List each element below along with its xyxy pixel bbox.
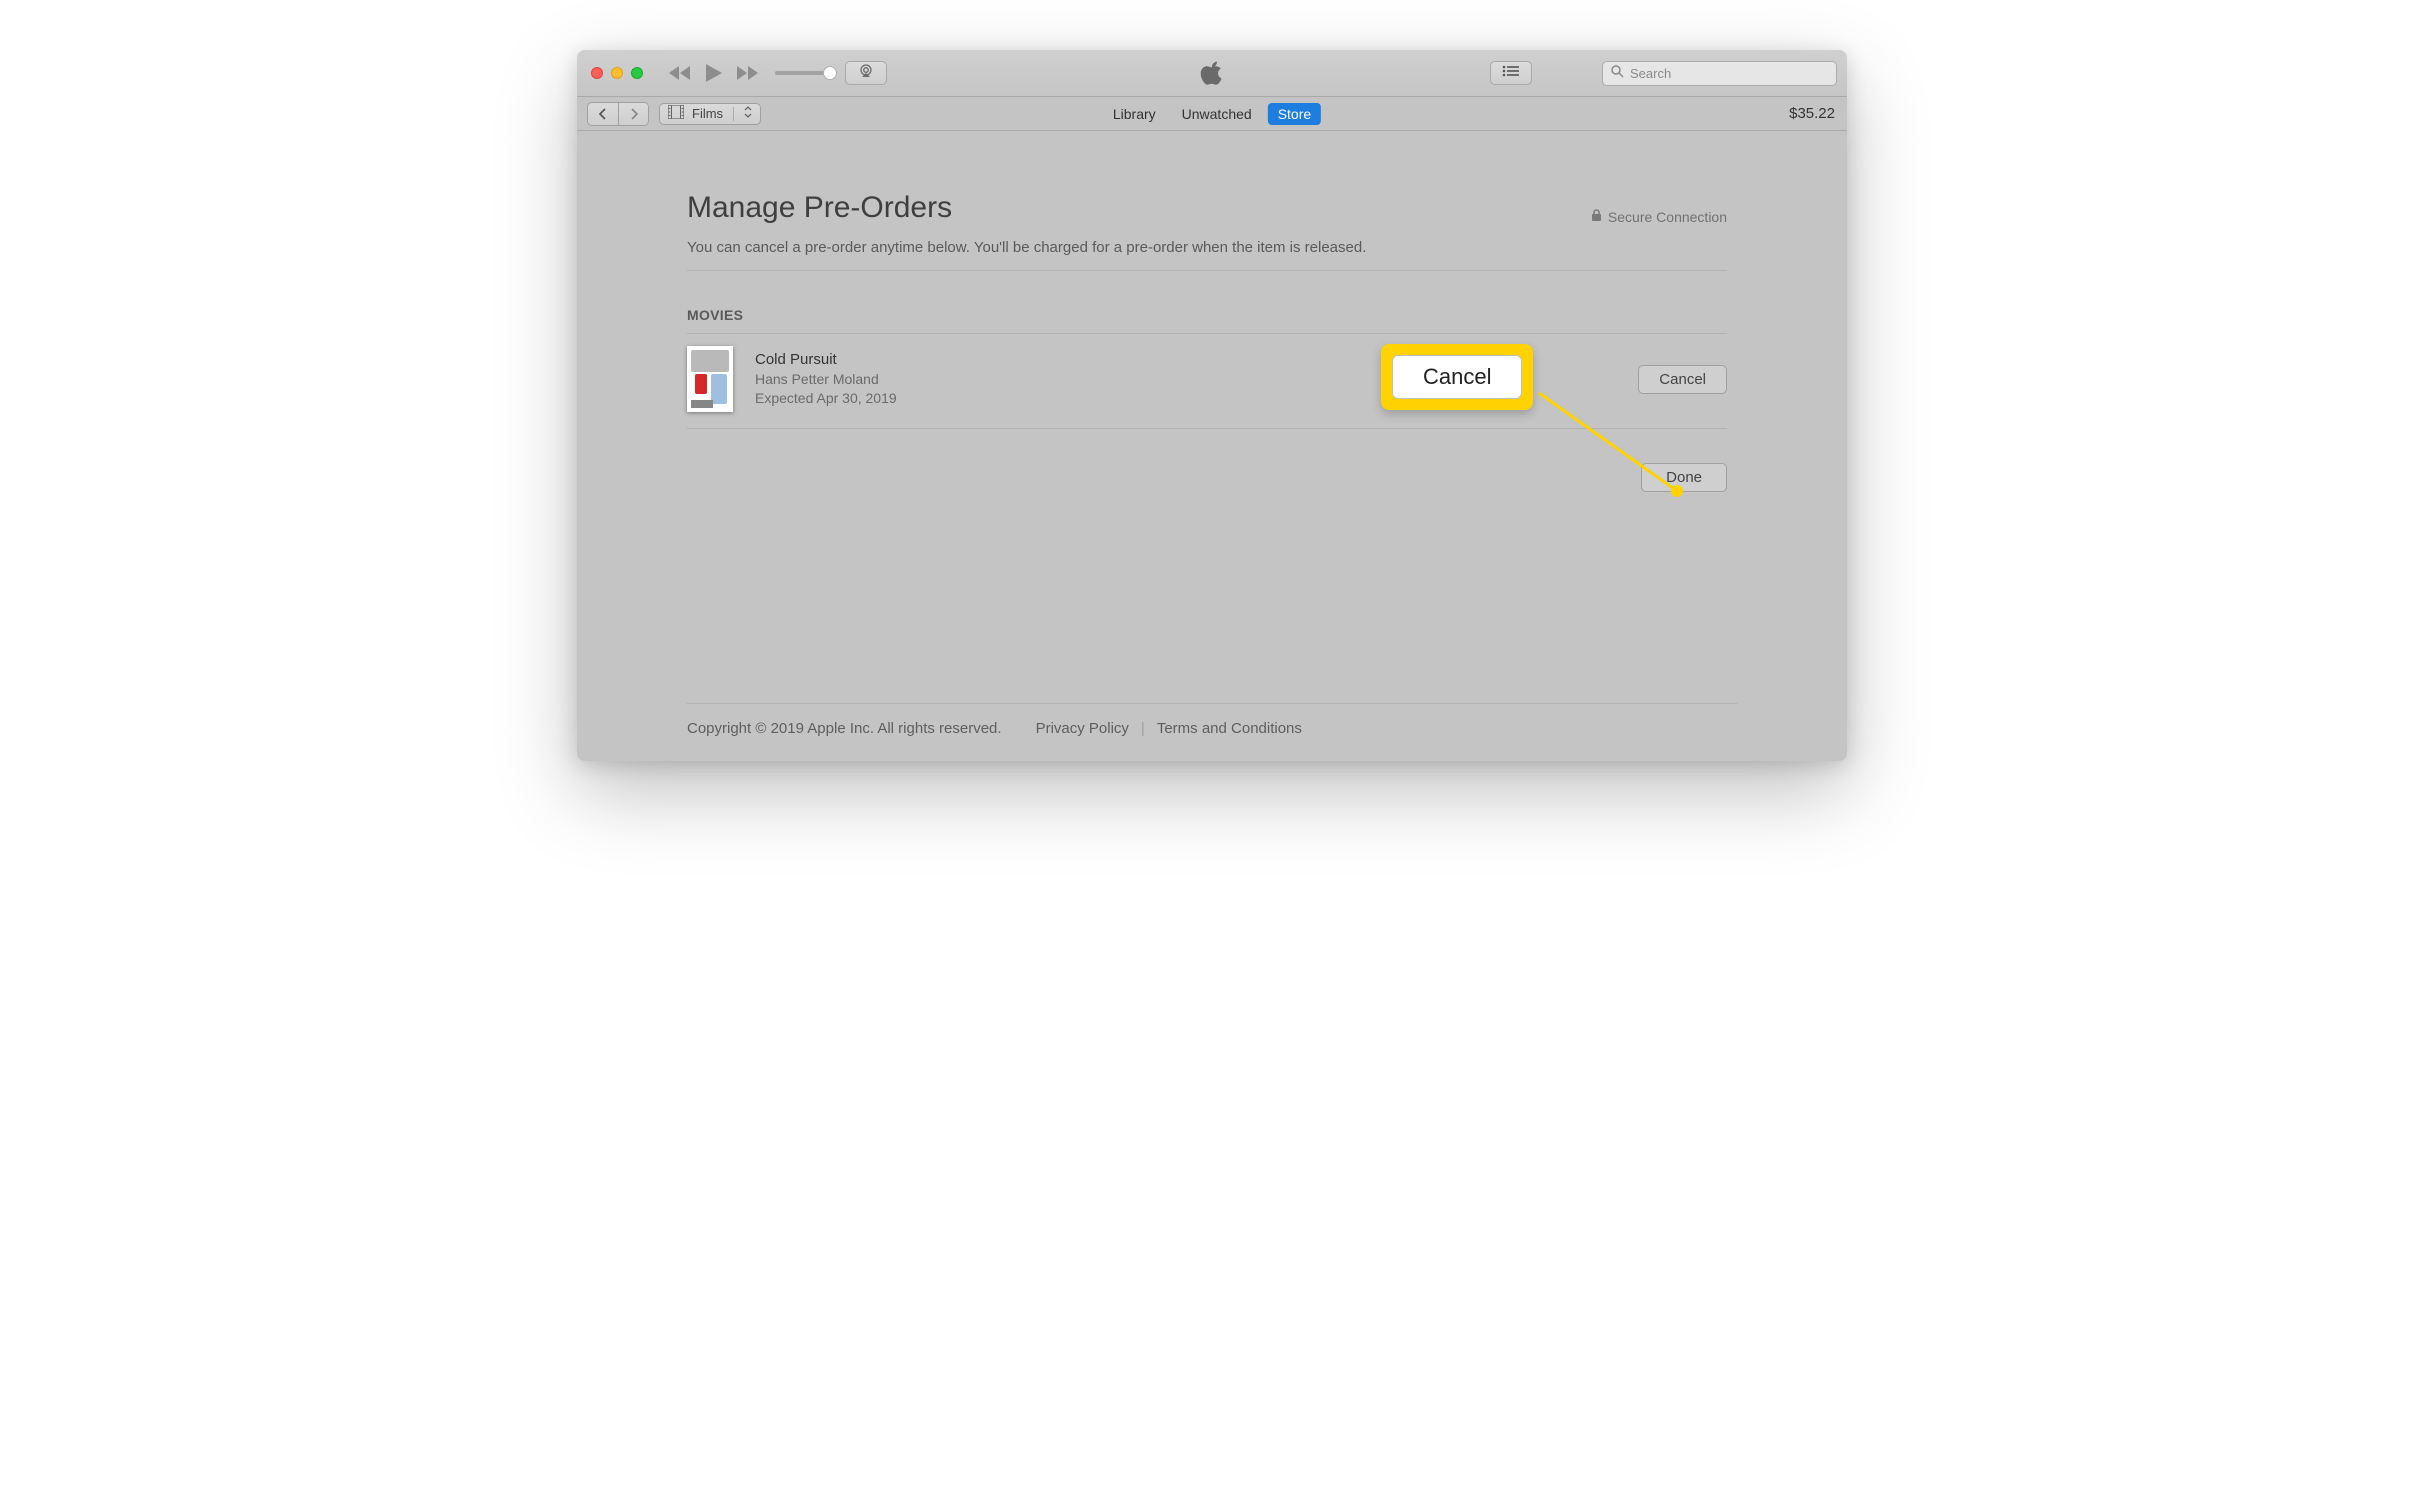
nav-back-button[interactable] [588, 103, 618, 125]
fast-forward-icon[interactable] [737, 65, 759, 81]
window-traffic-lights [591, 67, 643, 79]
subtabs: Library Unwatched Store [1103, 103, 1321, 125]
account-balance[interactable]: $35.22 [1789, 105, 1835, 122]
titlebar: Search [577, 50, 1847, 97]
list-view-button[interactable] [1490, 61, 1532, 85]
divider [687, 703, 1737, 704]
volume-thumb[interactable] [823, 66, 837, 80]
page-title: Manage Pre-Orders [687, 191, 952, 225]
preorder-row: Cold Pursuit Hans Petter Moland Expected… [687, 334, 1727, 424]
done-button[interactable]: Done [1641, 463, 1727, 492]
footer: Copyright © 2019 Apple Inc. All rights r… [577, 703, 1847, 737]
search-placeholder: Search [1630, 66, 1671, 81]
tab-store[interactable]: Store [1268, 103, 1321, 125]
sub-toolbar: Films Library Unwatched Store $35.22 [577, 97, 1847, 131]
fullscreen-window-button[interactable] [631, 67, 643, 79]
media-type-selector[interactable]: Films [659, 103, 761, 125]
minimize-window-button[interactable] [611, 67, 623, 79]
footer-privacy-link[interactable]: Privacy Policy [1036, 720, 1129, 737]
tab-library[interactable]: Library [1103, 103, 1166, 125]
lock-icon [1591, 209, 1602, 225]
footer-separator: | [1141, 720, 1145, 737]
nav-buttons [587, 102, 649, 126]
footer-copyright: Copyright © 2019 Apple Inc. All rights r… [687, 720, 1002, 737]
media-type-label: Films [692, 106, 723, 121]
page-subtitle: You can cancel a pre-order anytime below… [687, 239, 1727, 256]
close-window-button[interactable] [591, 67, 603, 79]
section-movies-label: MOVIES [687, 307, 1727, 323]
secure-connection-label: Secure Connection [1591, 209, 1727, 225]
cancel-preorder-button[interactable]: Cancel [1638, 365, 1727, 394]
chevron-updown-icon [744, 106, 752, 121]
airplay-icon [858, 64, 874, 83]
volume-group [775, 61, 887, 85]
secure-text: Secure Connection [1608, 209, 1727, 225]
footer-terms-link[interactable]: Terms and Conditions [1157, 720, 1302, 737]
divider [687, 270, 1727, 271]
playback-controls [669, 63, 759, 83]
titlebar-center [1200, 59, 1224, 87]
content-area: Manage Pre-Orders Secure Connection You … [577, 131, 1847, 761]
itunes-window: Search Films [577, 50, 1847, 761]
nav-forward-button[interactable] [618, 103, 648, 125]
annotation-callout: Cancel [1381, 344, 1533, 410]
apple-logo-icon [1200, 59, 1224, 87]
search-icon [1611, 65, 1624, 81]
play-icon[interactable] [705, 63, 723, 83]
volume-slider[interactable] [775, 71, 835, 75]
rewind-icon[interactable] [669, 65, 691, 81]
airplay-button[interactable] [845, 61, 887, 85]
film-icon [668, 105, 684, 122]
movie-poster[interactable] [687, 346, 733, 412]
annotation-callout-label: Cancel [1392, 355, 1522, 399]
list-icon [1502, 64, 1520, 82]
search-input[interactable]: Search [1602, 61, 1837, 86]
tab-unwatched[interactable]: Unwatched [1172, 103, 1262, 125]
